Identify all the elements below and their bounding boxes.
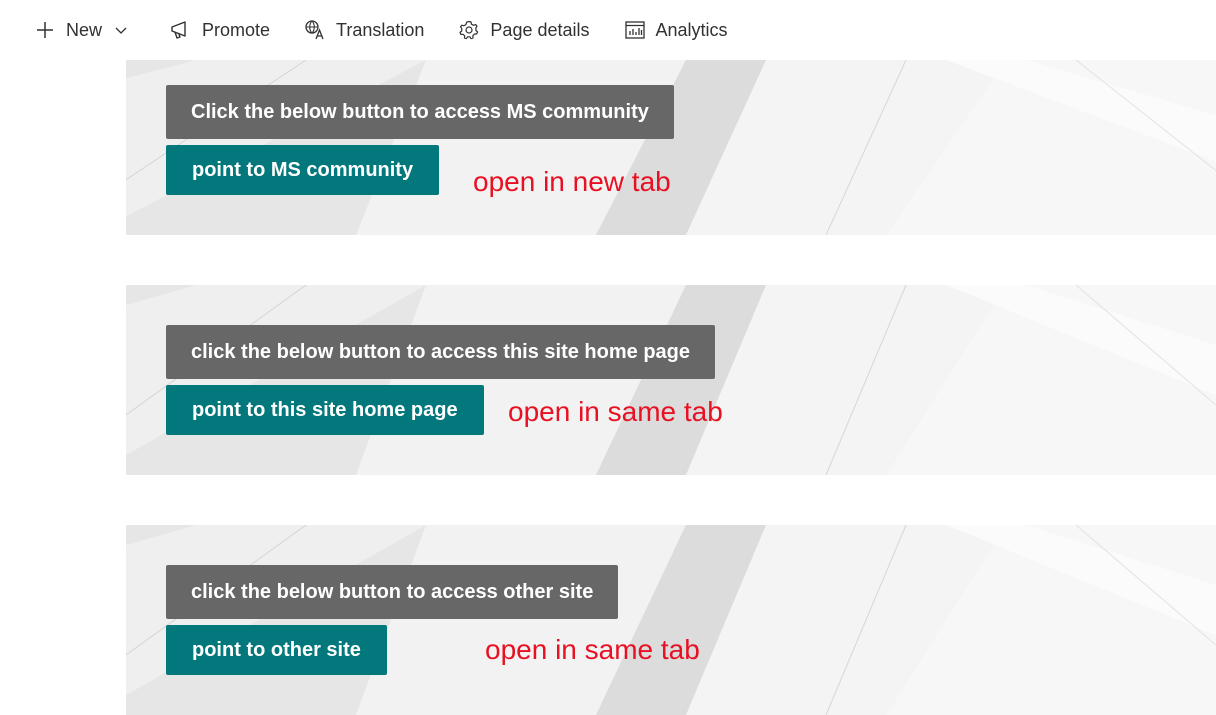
- home-page-link-button[interactable]: point to this site home page: [166, 385, 484, 435]
- translation-label: Translation: [336, 19, 425, 40]
- banner-section-other-site: click the below button to access other s…: [126, 525, 1216, 715]
- promote-label: Promote: [202, 19, 271, 40]
- banner-section-home-page: click the below button to access this si…: [126, 285, 1216, 475]
- other-site-link-button[interactable]: point to other site: [166, 625, 387, 675]
- chevron-down-icon[interactable]: [114, 23, 128, 37]
- gear-icon: [458, 19, 480, 41]
- annotation-note: open in same tab: [508, 396, 723, 427]
- page-details-button[interactable]: Page details: [458, 10, 590, 50]
- section-heading: click the below button to access this si…: [166, 325, 716, 379]
- new-label: New: [66, 19, 103, 40]
- new-button[interactable]: New: [34, 10, 128, 50]
- banner-section-ms-community: Click the below button to access MS comm…: [126, 60, 1216, 235]
- translation-icon: [304, 19, 326, 41]
- command-bar: New Promote Translation Page details Ana…: [0, 0, 1216, 60]
- annotation-note: open in new tab: [473, 166, 671, 197]
- plus-icon: [34, 19, 56, 41]
- banner-background-image: [126, 285, 1216, 475]
- promote-button[interactable]: Promote: [170, 10, 270, 50]
- page-details-label: Page details: [490, 19, 590, 40]
- analytics-label: Analytics: [655, 19, 728, 40]
- annotation-note: open in same tab: [485, 634, 700, 665]
- megaphone-icon: [170, 19, 192, 41]
- section-heading: click the below button to access other s…: [166, 565, 619, 619]
- analytics-button[interactable]: Analytics: [624, 10, 728, 50]
- section-heading: Click the below button to access MS comm…: [166, 85, 674, 139]
- banner-background-image: [126, 525, 1216, 715]
- chart-icon: [624, 19, 646, 41]
- ms-community-link-button[interactable]: point to MS community: [166, 145, 440, 195]
- translation-button[interactable]: Translation: [304, 10, 424, 50]
